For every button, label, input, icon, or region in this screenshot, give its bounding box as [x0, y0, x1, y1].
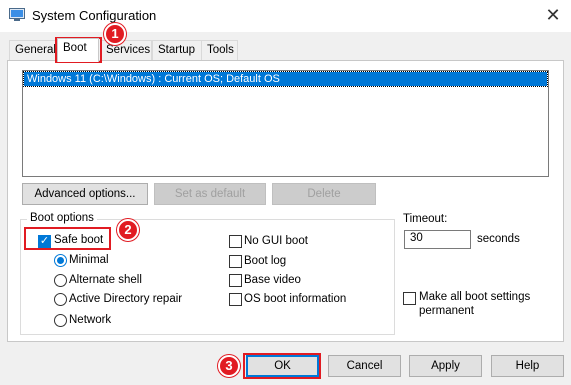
delete-button[interactable]: Delete: [272, 183, 376, 205]
tab-general[interactable]: General: [9, 40, 57, 60]
alternate-shell-label[interactable]: Alternate shell: [69, 274, 142, 286]
advanced-options-button[interactable]: Advanced options...: [22, 183, 148, 205]
network-label[interactable]: Network: [69, 314, 111, 326]
ok-button-highlight: [243, 353, 321, 379]
boot-log-label[interactable]: Boot log: [244, 255, 286, 267]
window-title: System Configuration: [32, 8, 157, 23]
make-permanent-label-line2[interactable]: permanent: [419, 305, 474, 317]
ad-repair-radio[interactable]: [54, 293, 67, 306]
tab-boot[interactable]: Boot: [57, 38, 99, 62]
base-video-label[interactable]: Base video: [244, 274, 301, 286]
tab-tools[interactable]: Tools: [201, 40, 238, 60]
help-button[interactable]: Help: [491, 355, 564, 377]
boot-entry-item[interactable]: Windows 11 (C:\Windows) : Current OS; De…: [23, 71, 548, 87]
step-marker-2: 2: [117, 219, 139, 241]
alternate-shell-radio[interactable]: [54, 274, 67, 287]
network-radio[interactable]: [54, 314, 67, 327]
minimal-label[interactable]: Minimal: [69, 254, 109, 266]
timeout-label: Timeout:: [403, 213, 448, 225]
os-boot-info-label[interactable]: OS boot information: [244, 293, 346, 305]
apply-button[interactable]: Apply: [409, 355, 482, 377]
no-gui-boot-checkbox[interactable]: [229, 235, 242, 248]
make-permanent-label-line1[interactable]: Make all boot settings: [419, 291, 530, 303]
minimal-radio[interactable]: [54, 254, 67, 267]
cancel-button[interactable]: Cancel: [328, 355, 401, 377]
set-as-default-button[interactable]: Set as default: [154, 183, 266, 205]
close-icon[interactable]: ✕: [542, 4, 564, 26]
timeout-input[interactable]: 30: [404, 230, 471, 249]
timeout-unit: seconds: [477, 233, 520, 245]
boot-entries-list[interactable]: [22, 70, 549, 177]
step-marker-3: 3: [218, 355, 240, 377]
no-gui-boot-label[interactable]: No GUI boot: [244, 235, 308, 247]
msconfig-icon: [9, 8, 25, 21]
step-marker-1: 1: [104, 23, 126, 45]
tab-startup[interactable]: Startup: [152, 40, 202, 60]
ad-repair-label[interactable]: Active Directory repair: [69, 293, 182, 305]
base-video-checkbox[interactable]: [229, 274, 242, 287]
make-permanent-checkbox[interactable]: [403, 292, 416, 305]
boot-options-label: Boot options: [27, 212, 97, 224]
os-boot-info-checkbox[interactable]: [229, 293, 242, 306]
boot-log-checkbox[interactable]: [229, 255, 242, 268]
safe-boot-highlight: [24, 227, 111, 250]
